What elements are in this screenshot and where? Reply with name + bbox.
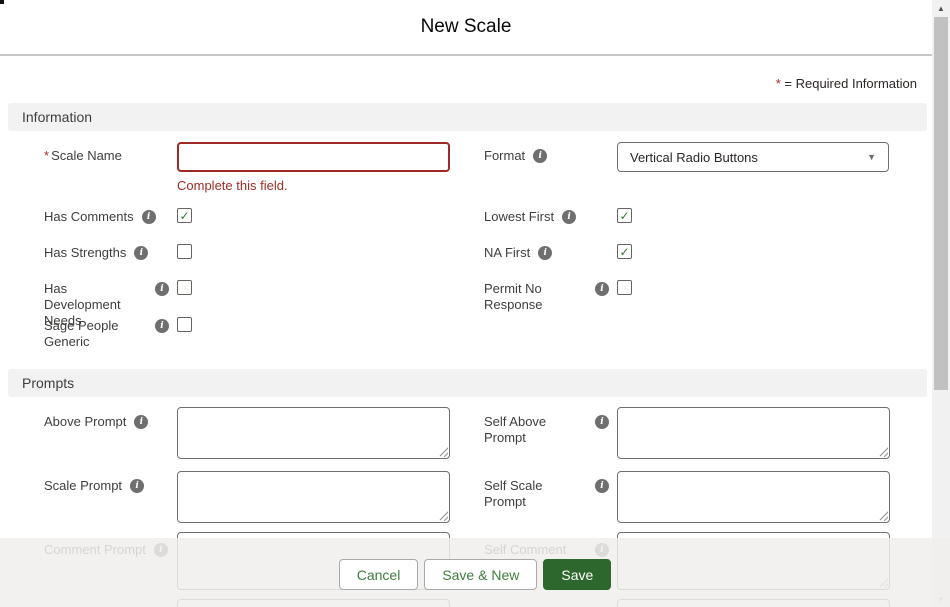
scale-name-label: * Scale Name [44,148,174,164]
info-icon[interactable]: i [134,246,148,260]
info-icon[interactable]: i [142,210,156,224]
info-icon[interactable]: i [562,210,576,224]
above-prompt-label: Above Prompt i [44,414,169,430]
lowest-first-checkbox[interactable]: ✓ [617,208,632,223]
partial-textarea-left [177,599,450,607]
partial-textarea[interactable] [617,599,890,607]
has-comments-checkbox[interactable]: ✓ [177,208,192,223]
na-first-label: NA First i [484,245,609,261]
sage-people-generic-checkbox[interactable] [177,317,192,332]
modal-header: New Scale [0,0,932,56]
resize-handle[interactable] [437,446,448,457]
comment-prompt-label: Comment Prompt i [44,542,169,558]
format-label: Format i [484,148,609,164]
format-select[interactable]: Vertical Radio Buttons ▼ [617,142,889,172]
info-icon[interactable]: i [595,543,609,557]
above-prompt-field [177,407,450,459]
required-note-text: = Required Information [784,76,917,91]
self-scale-prompt-textarea[interactable] [617,471,890,523]
information-section-header: Information [8,103,927,131]
prompts-section-header: Prompts [8,369,927,397]
information-section-label: Information [22,109,92,125]
scroll-up-arrow-icon[interactable]: ▲ [932,0,950,16]
self-above-prompt-field [617,407,890,459]
self-above-prompt-label: Self Above Prompt i [484,414,609,446]
info-icon[interactable]: i [595,415,609,429]
scroll-down-arrow-icon[interactable]: ▼ [932,591,950,607]
na-first-checkbox[interactable]: ✓ [617,244,632,259]
info-icon[interactable]: i [130,479,144,493]
scrollbar-thumb[interactable] [934,17,948,390]
cancel-button[interactable]: Cancel [339,559,419,590]
partial-textarea[interactable] [177,599,450,607]
info-icon[interactable]: i [155,319,169,333]
resize-handle[interactable] [877,510,888,521]
info-icon[interactable]: i [134,415,148,429]
info-icon[interactable]: i [155,282,169,296]
scale-prompt-textarea[interactable] [177,471,450,523]
self-scale-prompt-field [617,471,890,523]
scale-prompt-label: Scale Prompt i [44,478,169,494]
required-asterisk: * [776,76,781,91]
permit-no-response-checkbox[interactable] [617,280,632,295]
has-strengths-label: Has Strengths i [44,245,169,261]
scale-name-error: Complete this field. [177,178,288,193]
save-and-new-button[interactable]: Save & New [424,559,537,590]
info-icon[interactable]: i [538,246,552,260]
vertical-scrollbar[interactable]: ▲ ▼ [932,0,950,607]
info-icon[interactable]: i [154,543,168,557]
has-development-needs-checkbox[interactable] [177,280,192,295]
check-icon: ✓ [619,210,629,222]
resize-handle[interactable] [877,446,888,457]
save-button[interactable]: Save [543,559,611,590]
self-above-prompt-textarea[interactable] [617,407,890,459]
has-strengths-checkbox[interactable] [177,244,192,259]
info-icon[interactable]: i [533,149,547,163]
prompts-section-label: Prompts [22,375,74,391]
footer-button-bar: Cancel Save & New Save [0,559,950,590]
lowest-first-label: Lowest First i [484,209,609,225]
permit-no-response-label: Permit No Response i [484,281,609,313]
check-icon: ✓ [619,246,629,258]
page-title: New Scale [421,16,512,38]
scale-prompt-field [177,471,450,523]
scale-name-input[interactable] [177,142,450,172]
resize-handle[interactable] [437,510,448,521]
dropdown-arrow-icon: ▼ [867,152,876,162]
info-icon[interactable]: i [595,282,609,296]
field-required-asterisk: * [44,148,49,164]
format-selected-value: Vertical Radio Buttons [630,150,758,165]
has-comments-label: Has Comments i [44,209,169,225]
partial-textarea-right [617,599,890,607]
self-scale-prompt-label: Self Scale Prompt i [484,478,609,510]
required-note: * = Required Information [776,76,917,91]
self-comment-label: Self Comment i [484,542,609,558]
sage-people-generic-label: Sage People Generic i [44,318,169,350]
info-icon[interactable]: i [595,479,609,493]
check-icon: ✓ [179,210,189,222]
above-prompt-textarea[interactable] [177,407,450,459]
new-scale-modal: New Scale * = Required Information Infor… [0,0,950,607]
